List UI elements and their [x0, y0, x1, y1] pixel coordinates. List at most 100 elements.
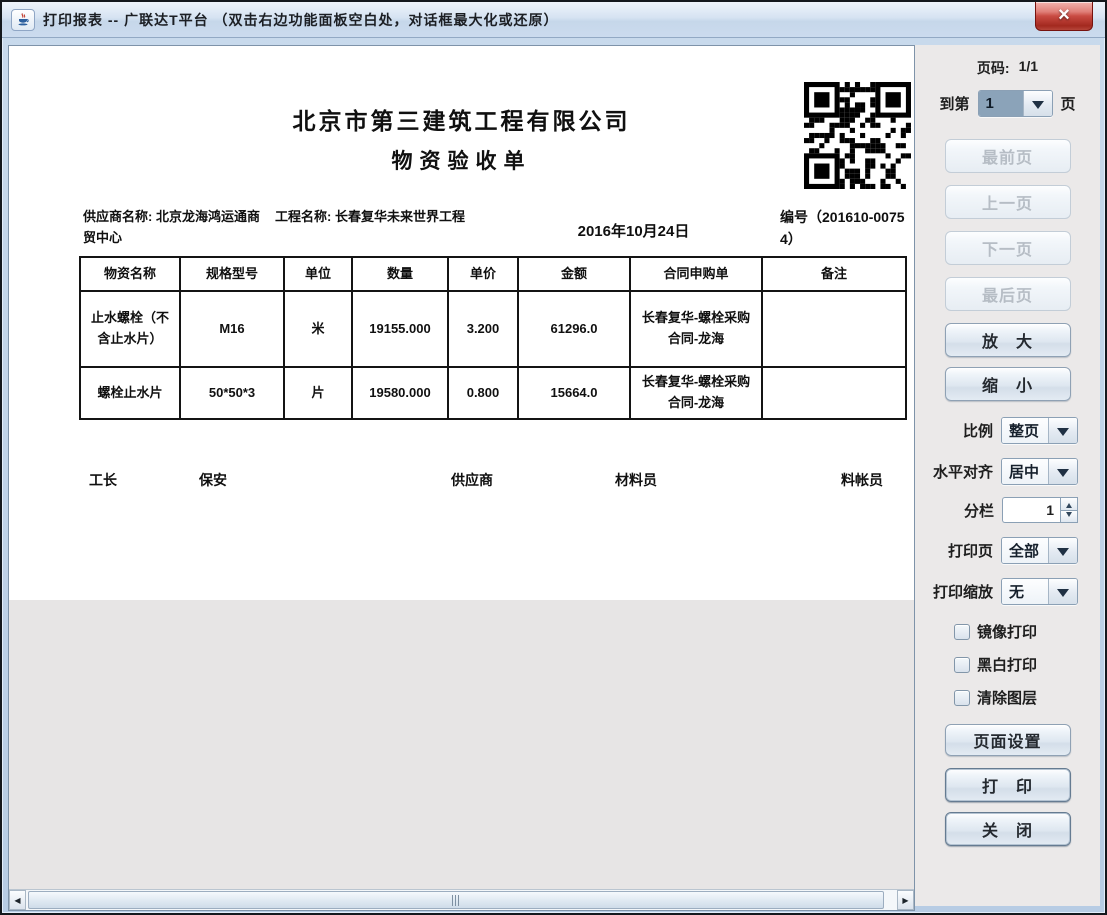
- report-page: 北京市第三建筑工程有限公司 物资验收单 供应商名称: 北京龙海鸿运通商贸中心 工…: [9, 46, 914, 600]
- java-app-icon: [11, 9, 35, 31]
- align-select[interactable]: 居中: [1001, 458, 1078, 485]
- columns-stepper[interactable]: 1: [1002, 497, 1078, 523]
- cell-remark: [762, 367, 906, 419]
- print-pages-value: 全部: [1002, 538, 1048, 563]
- print-pages-select[interactable]: 全部: [1001, 537, 1078, 564]
- checkbox-icon: [954, 624, 970, 640]
- cell-price: 0.800: [448, 367, 518, 419]
- scale-select[interactable]: 整页: [1001, 417, 1078, 444]
- document-serial: 编号（201610-00754）: [780, 206, 908, 251]
- qr-code: [804, 82, 911, 189]
- preview-canvas-background: [9, 600, 914, 889]
- col-header: 合同申购单: [630, 257, 762, 291]
- mirror-print-checkbox[interactable]: 镜像打印: [954, 621, 1037, 642]
- scroll-right-arrow-icon[interactable]: ▶: [897, 890, 914, 910]
- report-preview: 北京市第三建筑工程有限公司 物资验收单 供应商名称: 北京龙海鸿运通商贸中心 工…: [8, 45, 915, 911]
- col-header: 单位: [284, 257, 352, 291]
- last-page-button[interactable]: 最后页: [945, 277, 1071, 311]
- zoom-in-button[interactable]: 放 大: [945, 323, 1071, 357]
- print-scale-value: 无: [1002, 579, 1048, 604]
- close-button[interactable]: ×: [1035, 2, 1093, 31]
- col-header: 物资名称: [80, 257, 180, 291]
- clear-layers-label: 清除图层: [977, 687, 1037, 708]
- scale-value: 整页: [1002, 418, 1048, 443]
- company-name: 北京市第三建筑工程有限公司: [9, 102, 914, 136]
- close-icon: ×: [1058, 5, 1070, 25]
- cell-qty: 19580.000: [352, 367, 448, 419]
- scroll-left-arrow-icon[interactable]: ◀: [9, 890, 26, 910]
- chevron-down-icon[interactable]: [1048, 538, 1077, 563]
- print-scale-select[interactable]: 无: [1001, 578, 1078, 605]
- print-pages-label: 打印页: [948, 540, 993, 561]
- cell-material: 螺栓止水片: [80, 367, 180, 419]
- cell-amount: 15664.0: [518, 367, 630, 419]
- scrollbar-track[interactable]: [26, 890, 897, 910]
- cell-qty: 19155.000: [352, 291, 448, 367]
- window-title: 打印报表 -- 广联达T平台 （双击右边功能面板空白处，对话框最大化或还原）: [43, 10, 559, 30]
- cell-unit: 米: [284, 291, 352, 367]
- control-panel: 页码: 1/1 到第 1 页 最前页 上一页 下一页 最后页 放 大 缩 小 比…: [915, 45, 1100, 906]
- align-label: 水平对齐: [933, 461, 993, 482]
- print-button[interactable]: 打 印: [945, 768, 1071, 802]
- project-name: 工程名称: 长春复华未来世界工程: [275, 206, 487, 251]
- columns-row: 分栏 1: [915, 497, 1100, 523]
- print-report-window: 打印报表 -- 广联达T平台 （双击右边功能面板空白处，对话框最大化或还原） ×…: [0, 0, 1107, 915]
- columns-value: 1: [1002, 497, 1060, 523]
- col-header: 备注: [762, 257, 906, 291]
- chevron-down-icon[interactable]: [1023, 91, 1052, 116]
- page-number-label: 页码:: [977, 58, 1010, 78]
- chevron-down-icon[interactable]: [1048, 459, 1077, 484]
- mirror-print-label: 镜像打印: [977, 621, 1037, 642]
- cell-material: 止水螺栓（不含止水片）: [80, 291, 180, 367]
- scale-label: 比例: [963, 420, 993, 441]
- checkbox-icon: [954, 657, 970, 673]
- page-setup-button[interactable]: 页面设置: [945, 724, 1071, 756]
- scrollbar-thumb[interactable]: [28, 891, 884, 909]
- col-header: 单价: [448, 257, 518, 291]
- scale-row: 比例 整页: [915, 417, 1100, 444]
- col-header: 规格型号: [180, 257, 284, 291]
- signature-label: 供应商: [451, 470, 493, 490]
- signature-label: 保安: [199, 470, 227, 490]
- close-dialog-button[interactable]: 关 闭: [945, 812, 1071, 846]
- table-header-row: 物资名称 规格型号 单位 数量 单价 金额 合同申购单 备注: [80, 257, 906, 291]
- goto-page-select[interactable]: 1: [978, 90, 1053, 117]
- first-page-button[interactable]: 最前页: [945, 139, 1071, 173]
- cell-remark: [762, 291, 906, 367]
- table-row: 止水螺栓（不含止水片） M16 米 19155.000 3.200 61296.…: [80, 291, 906, 367]
- signature-row: 工长 保安 供应商 材料员 料帐员: [79, 470, 905, 490]
- col-header: 金额: [518, 257, 630, 291]
- goto-suffix-label: 页: [1061, 93, 1076, 114]
- chevron-down-icon[interactable]: [1048, 418, 1077, 443]
- black-white-print-checkbox[interactable]: 黑白打印: [954, 654, 1037, 675]
- signature-label: 料帐员: [841, 470, 883, 490]
- spinner-down-icon[interactable]: [1060, 511, 1078, 524]
- print-scale-row: 打印缩放 无: [915, 578, 1100, 605]
- zoom-out-button[interactable]: 缩 小: [945, 367, 1071, 401]
- columns-label: 分栏: [964, 500, 994, 521]
- print-pages-row: 打印页 全部: [915, 537, 1100, 564]
- cell-contract: 长春复华-螺栓采购合同-龙海: [630, 291, 762, 367]
- titlebar[interactable]: 打印报表 -- 广联达T平台 （双击右边功能面板空白处，对话框最大化或还原） ×: [2, 2, 1105, 38]
- supplier-name: 供应商名称: 北京龙海鸿运通商贸中心: [83, 206, 261, 251]
- cell-spec: 50*50*3: [180, 367, 284, 419]
- signature-label: 材料员: [615, 470, 657, 490]
- clear-layers-checkbox[interactable]: 清除图层: [954, 687, 1037, 708]
- document-date: 2016年10月24日: [487, 206, 780, 251]
- spinner-up-icon[interactable]: [1060, 497, 1078, 511]
- prev-page-button[interactable]: 上一页: [945, 185, 1071, 219]
- materials-table: 物资名称 规格型号 单位 数量 单价 金额 合同申购单 备注 止水螺栓（不含止水…: [79, 256, 907, 420]
- goto-prefix-label: 到第: [939, 93, 969, 114]
- document-title: 物资验收单: [9, 145, 914, 175]
- chevron-down-icon[interactable]: [1048, 579, 1077, 604]
- align-row: 水平对齐 居中: [915, 458, 1100, 485]
- align-value: 居中: [1002, 459, 1048, 484]
- thumb-grip-icon: [452, 895, 460, 906]
- print-scale-label: 打印缩放: [933, 581, 993, 602]
- horizontal-scrollbar[interactable]: ◀ ▶: [9, 889, 914, 910]
- checkbox-icon: [954, 690, 970, 706]
- page-number: 页码: 1/1: [977, 58, 1038, 78]
- cell-unit: 片: [284, 367, 352, 419]
- next-page-button[interactable]: 下一页: [945, 231, 1071, 265]
- cell-amount: 61296.0: [518, 291, 630, 367]
